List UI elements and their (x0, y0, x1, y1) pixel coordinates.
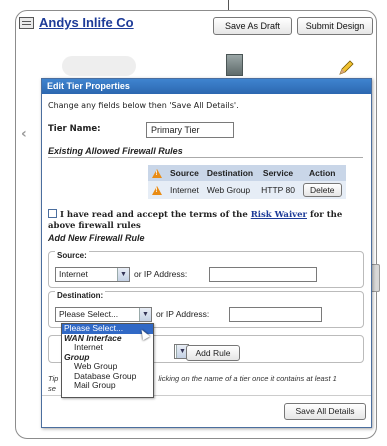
canvas-edge-marker: ‹ (21, 126, 27, 142)
company-header: Andys Inlife Co (19, 15, 134, 30)
destination-legend: Destination: (55, 291, 106, 300)
source-or-label: or IP Address: (134, 269, 188, 279)
firewall-rules-table: Source Destination Service Action Intern… (148, 165, 346, 200)
top-divider (228, 0, 229, 10)
tip-prefix: Tip (48, 374, 59, 383)
add-rule-heading: Add New Firewall Rule (48, 233, 145, 243)
source-legend: Source: (55, 251, 89, 260)
internet-cloud-icon (62, 56, 136, 76)
dialog-title[interactable]: Edit Tier Properties (42, 79, 371, 94)
column-header: Action (298, 165, 346, 182)
tip-suffix: se (48, 384, 56, 393)
dialog-instructions: Change any fields below then 'Save All D… (48, 101, 239, 110)
accept-waiver-checkbox[interactable] (48, 209, 57, 218)
risk-waiver-link[interactable]: Risk Waiver (251, 210, 307, 220)
source-cell: Internet (166, 181, 203, 200)
destination-cell: Web Group (202, 181, 258, 200)
chevron-down-icon[interactable]: ▼ (139, 308, 151, 321)
dropdown-option[interactable]: Mail Group (62, 380, 153, 391)
warning-icon (152, 169, 162, 179)
edit-pencil-icon (339, 60, 354, 75)
destination-selected-value: Please Select... (59, 309, 119, 319)
column-header: Destination (202, 165, 258, 182)
rules-heading: Existing Allowed Firewall Rules (48, 146, 363, 158)
row-warning-cell (148, 181, 166, 200)
company-list-icon (19, 16, 34, 29)
service-cell: HTTP 80 (257, 181, 299, 200)
source-ip-input[interactable] (209, 267, 317, 282)
delete-rule-button[interactable]: Delete (302, 183, 342, 198)
source-fieldset: Source: Internet ▼ or IP Address: (48, 251, 364, 288)
table-row: Internet Web Group HTTP 80 Delete (148, 181, 346, 200)
destination-ip-input[interactable] (229, 307, 322, 322)
tier-name-input[interactable]: Primary Tier (146, 122, 234, 138)
destination-or-label: or IP Address: (156, 309, 210, 319)
risk-waiver-acceptance: I have read and accept the terms of the … (48, 209, 366, 232)
column-header: Source (166, 165, 203, 182)
warning-icon-header (148, 165, 166, 182)
server-icon (226, 54, 243, 76)
tier-name-label: Tier Name: (48, 124, 101, 134)
company-name-link[interactable]: Andys Inlife Co (39, 15, 134, 30)
add-rule-button[interactable]: Add Rule (186, 345, 240, 361)
chevron-down-icon[interactable]: ▼ (117, 268, 129, 281)
source-select[interactable]: Internet ▼ (55, 267, 130, 282)
accept-text: I have read and accept the terms of the (60, 210, 251, 220)
table-header-row: Source Destination Service Action (148, 165, 346, 182)
save-as-draft-button[interactable]: Save As Draft (213, 17, 292, 35)
column-header: Service (257, 165, 299, 182)
submit-design-button[interactable]: Submit Design (297, 17, 373, 35)
tip-body: licking on the name of a tier once it co… (158, 374, 337, 383)
destination-select[interactable]: Please Select... ▼ (55, 307, 152, 322)
action-cell: Delete (298, 181, 346, 200)
save-all-details-button[interactable]: Save All Details (284, 403, 366, 420)
warning-icon (152, 186, 162, 196)
source-selected-value: Internet (59, 269, 88, 279)
